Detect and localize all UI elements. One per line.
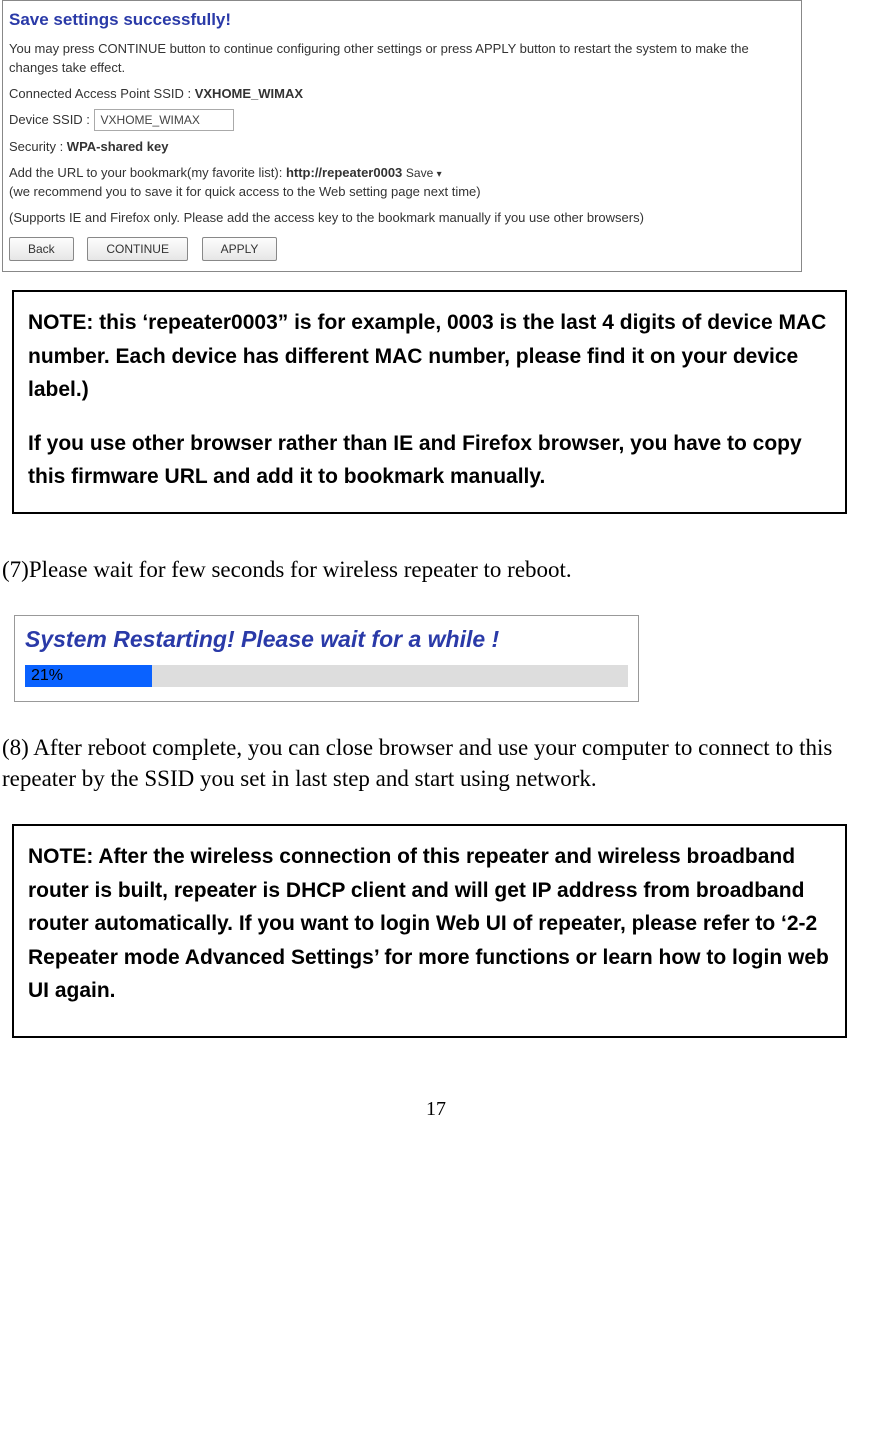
step-7-text: (7)Please wait for few seconds for wirel… [2,554,866,585]
note1-paragraph-a: NOTE: this ‘repeater0003” is for example… [28,306,831,407]
progress-bar: 21% [25,665,628,687]
settings-title: Save settings successfully! [9,7,795,33]
note-box-2: NOTE: After the wireless connection of t… [12,824,847,1038]
note1-paragraph-b: If you use other browser rather than IE … [28,427,831,494]
continue-button[interactable]: CONTINUE [87,237,188,261]
step-8-text: (8) After reboot complete, you can close… [2,732,866,794]
save-link-label: Save [406,166,433,180]
security-row: Security : WPA-shared key [9,137,795,157]
settings-panel: Save settings successfully! You may pres… [2,0,802,272]
bookmark-post: (we recommend you to save it for quick a… [9,184,481,199]
supports-note: (Supports IE and Firefox only. Please ad… [9,208,795,228]
security-label: Security : [9,139,67,154]
bookmark-pre: Add the URL to your bookmark(my favorite… [9,165,286,180]
note2-paragraph: NOTE: After the wireless connection of t… [28,840,831,1008]
page-number: 17 [0,1098,872,1121]
note-box-1: NOTE: this ‘repeater0003” is for example… [12,290,847,514]
device-ssid-label: Device SSID : [9,112,94,127]
settings-intro: You may press CONTINUE button to continu… [9,39,795,78]
connected-ssid-value: VXHOME_WIMAX [195,86,303,101]
connected-ssid-label: Connected Access Point SSID : [9,86,195,101]
apply-button[interactable]: APPLY [202,237,278,261]
save-link[interactable]: Save ▾ [406,166,442,180]
security-value: WPA-shared key [67,139,169,154]
bookmark-url: http://repeater0003 [286,165,402,180]
connected-ssid-row: Connected Access Point SSID : VXHOME_WIM… [9,84,795,104]
restart-panel: System Restarting! Please wait for a whi… [14,615,639,702]
device-ssid-row: Device SSID : VXHOME_WIMAX [9,109,795,131]
back-button[interactable]: Back [9,237,74,261]
button-row: Back CONTINUE APPLY [9,237,795,261]
chevron-down-icon: ▾ [437,169,442,180]
restart-title: System Restarting! Please wait for a whi… [25,626,628,653]
progress-fill: 21% [25,665,152,687]
device-ssid-input[interactable]: VXHOME_WIMAX [94,109,234,131]
bookmark-row: Add the URL to your bookmark(my favorite… [9,163,795,202]
